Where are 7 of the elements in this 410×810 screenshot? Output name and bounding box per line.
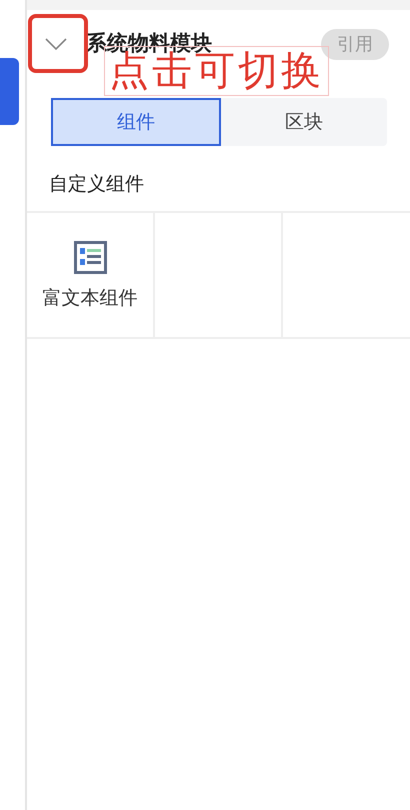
- tab[interactable]: 组件: [51, 98, 221, 146]
- component-item[interactable]: 富文本组件: [27, 212, 155, 336]
- rich-text-icon: [74, 240, 106, 274]
- chevron-down-icon[interactable]: [44, 37, 68, 51]
- section-title: 自定义组件: [49, 172, 145, 197]
- annotation-frame: [28, 14, 88, 73]
- tab[interactable]: 区块: [221, 98, 387, 146]
